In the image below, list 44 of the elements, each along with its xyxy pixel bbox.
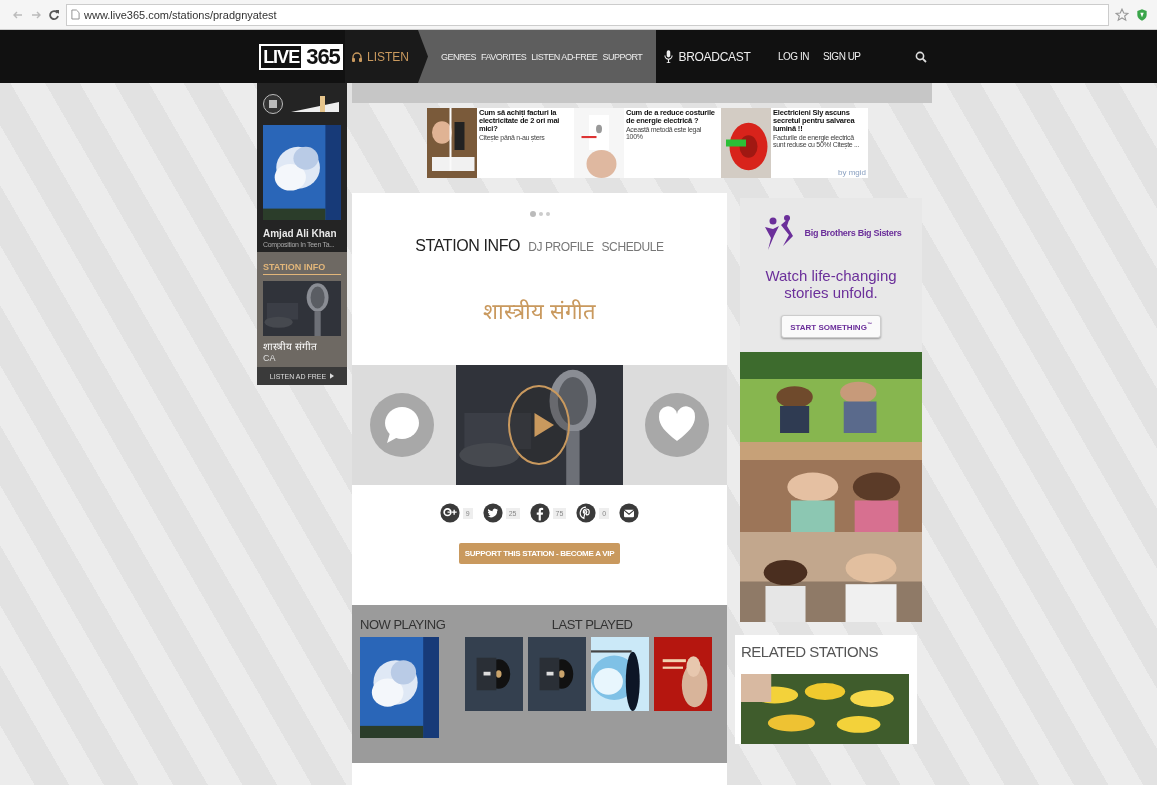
- reload-icon[interactable]: [48, 8, 60, 21]
- broadcast-link[interactable]: BROADCAST: [656, 30, 758, 83]
- carousel-dot[interactable]: [545, 212, 550, 216]
- carousel-dot[interactable]: [529, 211, 536, 217]
- section-title: STATION INFO: [263, 262, 341, 275]
- headphones-icon: [351, 50, 363, 63]
- caret-icon: [330, 373, 335, 379]
- facebook-icon[interactable]: [529, 503, 550, 523]
- nav-link[interactable]: GENRES: [441, 51, 476, 62]
- ad-attribution: by mgid: [838, 169, 866, 177]
- tab[interactable]: DJ PROFILE: [528, 240, 594, 254]
- section-heading: LAST PLAYED: [550, 617, 634, 632]
- carousel-dot[interactable]: [538, 212, 543, 216]
- pinterest-icon[interactable]: [576, 503, 597, 523]
- speech-bubble-icon: [382, 405, 422, 445]
- tab[interactable]: STATION INFO: [415, 237, 521, 255]
- account-link[interactable]: SIGN UP: [822, 51, 861, 62]
- search-icon[interactable]: [915, 50, 927, 63]
- star-icon[interactable]: [1115, 7, 1129, 22]
- start-something-button[interactable]: START SOMETHING$^{™}$: [781, 315, 881, 338]
- microphone-icon: [663, 50, 673, 63]
- brand-name: Big Brothers Big Sisters: [804, 228, 902, 238]
- nav-link[interactable]: FAVORITES: [481, 51, 527, 62]
- nav-link[interactable]: SUPPORT: [602, 51, 643, 62]
- google-plus-icon[interactable]: [439, 503, 460, 523]
- station-location: CA: [263, 353, 277, 363]
- account-link[interactable]: LOG IN: [778, 51, 809, 62]
- nav-link[interactable]: LISTEN AD-FREE: [531, 51, 598, 62]
- shield-icon[interactable]: [1135, 7, 1149, 22]
- ad-headline: Watch life-changing stories unfold.: [764, 268, 898, 301]
- station-title: शास्त्रीय संगीत: [482, 298, 597, 325]
- email-icon[interactable]: [619, 503, 640, 523]
- section-heading: RELATED STATIONS: [741, 642, 880, 660]
- tab[interactable]: SCHEDULE: [601, 240, 664, 254]
- stop-button[interactable]: [263, 94, 283, 114]
- address-field[interactable]: www.live365.com/stations/pradgnyatest: [66, 3, 1109, 26]
- arrow-divider-icon: [418, 30, 428, 83]
- artist-name: Amjad Ali Khan: [263, 228, 338, 239]
- play-button[interactable]: [508, 385, 570, 465]
- section-heading: NOW PLAYING: [360, 617, 446, 632]
- twitter-icon[interactable]: [482, 503, 503, 523]
- volume-slider[interactable]: [291, 96, 339, 112]
- page-icon: [71, 9, 80, 20]
- station-name[interactable]: शास्त्रीय संगीत: [263, 339, 341, 353]
